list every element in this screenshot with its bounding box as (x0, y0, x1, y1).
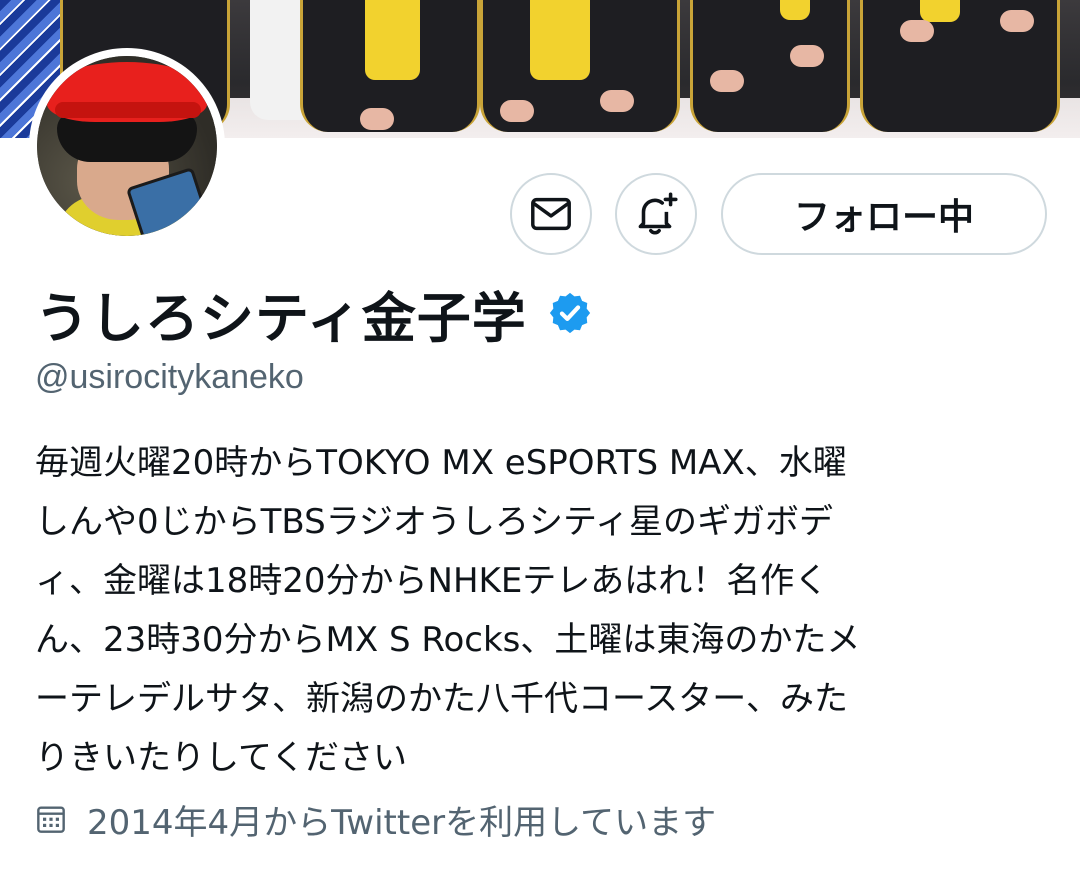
calendar-icon (37, 806, 65, 833)
join-date: 2014年4月からTwitterを利用しています (35, 795, 716, 843)
banner-person (480, 0, 680, 132)
join-date-text: 2014年4月からTwitterを利用しています (87, 802, 717, 843)
name-row: うしろシティ金子学 (35, 278, 593, 350)
banner-person (690, 0, 850, 132)
notify-button[interactable] (615, 173, 697, 255)
banner-person (300, 0, 480, 132)
user-handle: @usirocitykaneko (35, 358, 304, 396)
avatar-image (37, 56, 217, 236)
message-button[interactable] (510, 173, 592, 255)
banner-person (860, 0, 1060, 132)
profile-bio: 毎週火曜20時からTOKYO MX eSPORTS MAX、水曜 しんや0じから… (35, 443, 861, 778)
profile-avatar[interactable] (29, 48, 225, 244)
display-name: うしろシティ金子学 (35, 286, 527, 350)
verified-badge-icon[interactable] (547, 290, 593, 336)
bell-plus-icon (638, 192, 678, 235)
following-button[interactable]: フォロー中 (721, 173, 1047, 255)
envelope-icon (531, 197, 571, 231)
